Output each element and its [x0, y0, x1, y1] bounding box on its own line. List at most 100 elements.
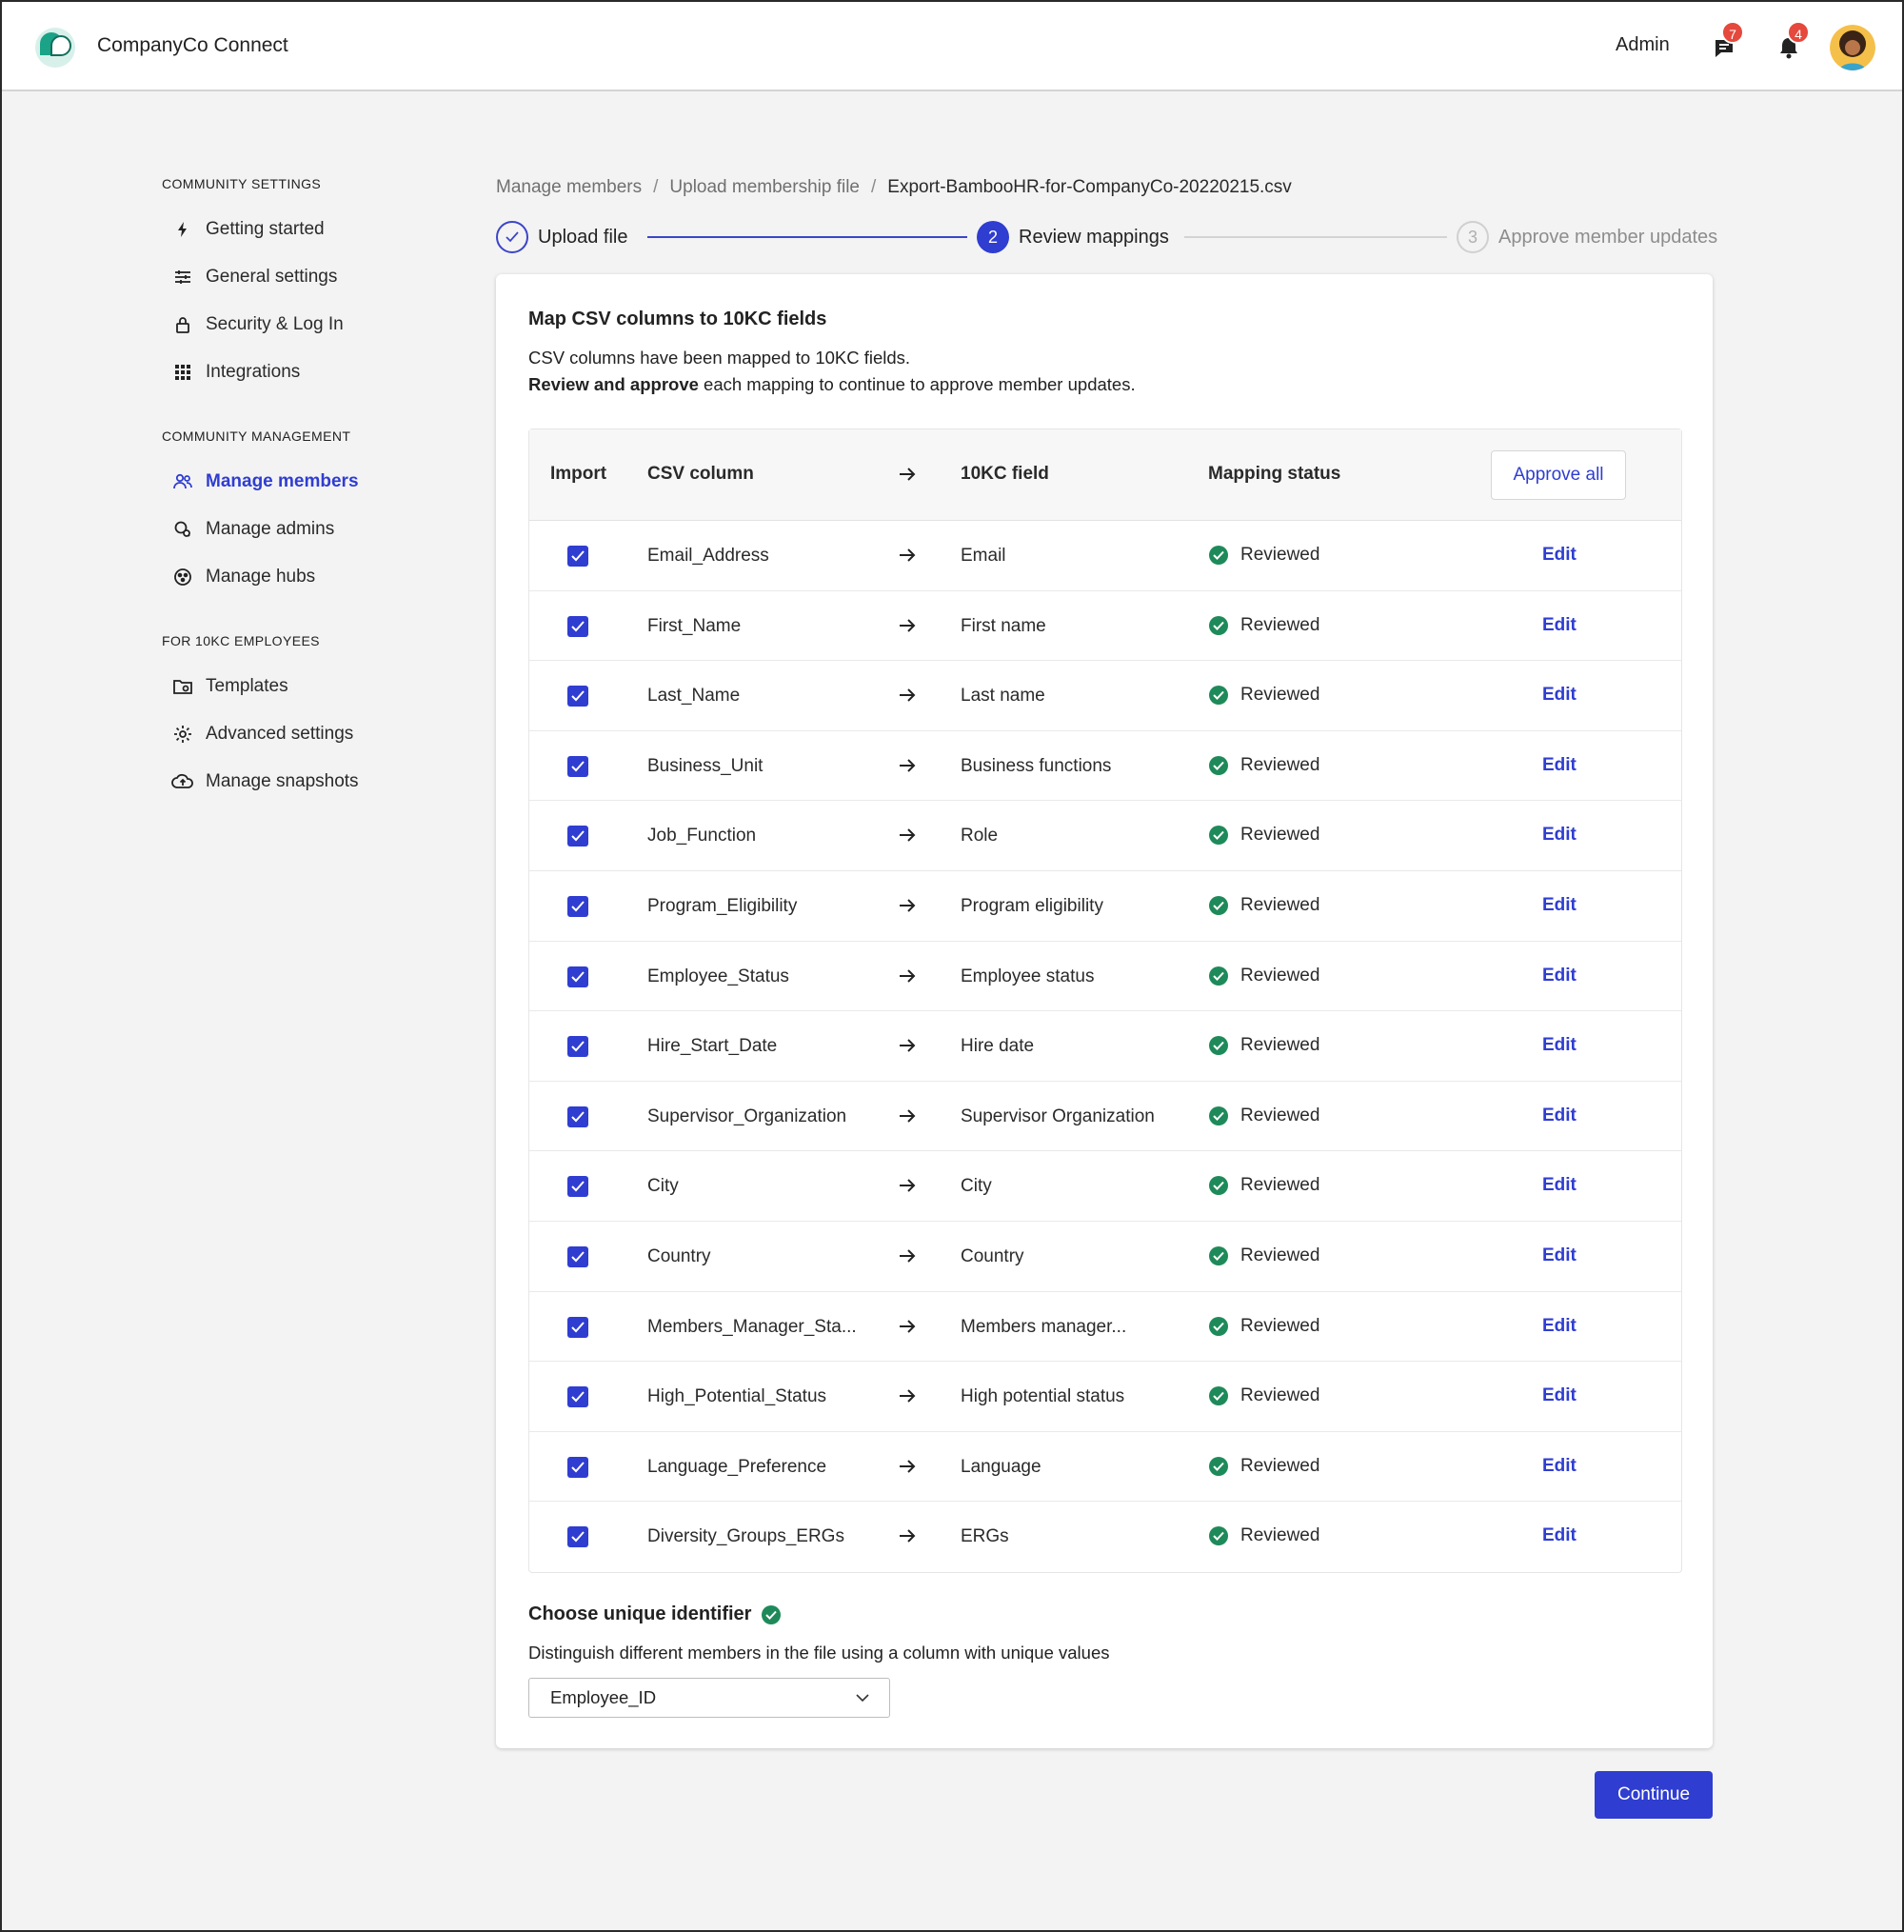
table-row: First_Name First name Reviewed Edit [529, 591, 1681, 662]
import-checkbox[interactable] [567, 1526, 588, 1548]
10kc-field-cell: City [961, 1176, 992, 1197]
card-instructions: Review and approve each mapping to conti… [528, 374, 1136, 395]
import-checkbox[interactable] [567, 1105, 588, 1127]
card-description: CSV columns have been mapped to 10KC fie… [528, 348, 911, 368]
10kc-field-cell: ERGs [961, 1526, 1009, 1547]
table-row: Hire_Start_Date Hire date Reviewed Edit [529, 1011, 1681, 1082]
sidebar-item-manage-members[interactable]: Manage members [171, 466, 359, 498]
status-text: Reviewed [1240, 965, 1320, 986]
gear-icon [171, 723, 194, 746]
table-row: Employee_Status Employee status Reviewed Ed… [529, 942, 1681, 1012]
import-checkbox[interactable] [567, 1456, 588, 1478]
cloud-upload-icon [171, 770, 194, 793]
edit-link[interactable]: Edit [1542, 1105, 1577, 1126]
table-row: Country Country Reviewed Edit [529, 1222, 1681, 1292]
status-text: Reviewed [1240, 1105, 1320, 1125]
check-circle-icon [1209, 686, 1228, 706]
sidebar-item-manage-admins[interactable]: Manage admins [171, 513, 334, 546]
import-checkbox[interactable] [567, 546, 588, 567]
instructions-bold: Review and approve [528, 374, 699, 394]
edit-link[interactable]: Edit [1542, 1175, 1577, 1196]
header-10kc-field: 10KC field [961, 464, 1049, 484]
step-label: Approve member updates [1498, 226, 1718, 248]
app-title: CompanyCo Connect [97, 34, 288, 56]
sidebar-item-manage-hubs[interactable]: Manage hubs [171, 561, 315, 593]
sidebar-item-general-settings[interactable]: General settings [171, 261, 337, 293]
10kc-field-cell: Members manager... [961, 1316, 1127, 1337]
edit-link[interactable]: Edit [1542, 1385, 1577, 1406]
admin-label[interactable]: Admin [1616, 34, 1670, 56]
csv-column-cell: Diversity_Groups_ERGs [647, 1526, 844, 1547]
import-checkbox[interactable] [567, 1036, 588, 1058]
approve-all-button[interactable]: Approve all [1491, 450, 1626, 500]
avatar[interactable] [1830, 25, 1875, 70]
10kc-field-cell: Hire date [961, 1036, 1035, 1057]
import-checkbox[interactable] [567, 1316, 588, 1338]
breadcrumb-item-manage-members[interactable]: Manage members [496, 177, 642, 198]
arrow-right-icon [900, 688, 916, 702]
edit-link[interactable]: Edit [1542, 1316, 1577, 1337]
import-checkbox[interactable] [567, 755, 588, 777]
10kc-field-cell: Program eligibility [961, 895, 1103, 916]
import-checkbox[interactable] [567, 1176, 588, 1198]
admin-shield-icon [171, 518, 194, 541]
import-checkbox[interactable] [567, 1245, 588, 1267]
step-label: Review mappings [1019, 226, 1169, 248]
sidebar-item-templates[interactable]: Templates [171, 670, 288, 703]
status-text: Reviewed [1240, 1315, 1320, 1336]
checkmark-icon [571, 1531, 585, 1543]
import-checkbox[interactable] [567, 966, 588, 987]
edit-link[interactable]: Edit [1542, 895, 1577, 916]
import-checkbox[interactable] [567, 615, 588, 637]
edit-link[interactable]: Edit [1542, 685, 1577, 706]
sidebar-item-advanced-settings[interactable]: Advanced settings [171, 718, 353, 750]
check-circle-icon [1209, 1386, 1228, 1406]
arrow-right-icon [900, 968, 916, 983]
table-row: Language_Preference Language Reviewed Edit [529, 1432, 1681, 1503]
status-text: Reviewed [1240, 754, 1320, 775]
unique-identifier-description: Distinguish different members in the fil… [528, 1643, 1110, 1663]
arrow-right-icon [900, 1179, 916, 1193]
edit-link[interactable]: Edit [1542, 1035, 1577, 1056]
status-text: Reviewed [1240, 825, 1320, 846]
select-value: Employee_ID [550, 1687, 657, 1707]
edit-link[interactable]: Edit [1542, 825, 1577, 846]
unique-identifier-title: Choose unique identifier [528, 1603, 782, 1625]
edit-link[interactable]: Edit [1542, 615, 1577, 636]
sidebar-item-label: Manage members [206, 471, 359, 491]
breadcrumb-item-upload-file[interactable]: Upload membership file [669, 177, 860, 198]
edit-link[interactable]: Edit [1542, 1456, 1577, 1477]
continue-button[interactable]: Continue [1595, 1771, 1713, 1819]
unique-identifier-select[interactable]: Employee_ID [528, 1678, 890, 1718]
edit-link[interactable]: Edit [1542, 966, 1577, 986]
csv-column-cell: Hire_Start_Date [647, 1036, 778, 1057]
import-checkbox[interactable] [567, 1386, 588, 1408]
10kc-field-cell: Email [961, 546, 1006, 566]
check-circle-icon [1209, 1245, 1228, 1265]
csv-column-cell: Language_Preference [647, 1456, 827, 1477]
sidebar-item-getting-started[interactable]: Getting started [171, 213, 325, 246]
step-upload-file[interactable]: Upload file [496, 221, 628, 253]
arrow-right-icon [900, 759, 916, 772]
edit-link[interactable]: Edit [1542, 1245, 1577, 1266]
import-checkbox[interactable] [567, 895, 588, 917]
sidebar-item-integrations[interactable]: Integrations [171, 356, 300, 388]
status-text: Reviewed [1240, 1455, 1320, 1476]
edit-link[interactable]: Edit [1542, 1525, 1577, 1546]
10kc-field-cell: Employee status [961, 966, 1095, 986]
import-checkbox[interactable] [567, 686, 588, 707]
breadcrumb-current: Export-BambooHR-for-CompanyCo-20220215.c… [887, 177, 1292, 197]
csv-column-cell: Country [647, 1245, 711, 1266]
10kc-field-cell: Language [961, 1456, 1041, 1477]
10kc-field-cell: Business functions [961, 755, 1112, 776]
sidebar-item-manage-snapshots[interactable]: Manage snapshots [171, 766, 359, 798]
import-checkbox[interactable] [567, 826, 588, 847]
sidebar-item-security[interactable]: Security & Log In [171, 309, 344, 341]
company-logo[interactable] [34, 27, 76, 69]
edit-link[interactable]: Edit [1542, 545, 1577, 566]
csv-column-cell: Members_Manager_Sta... [647, 1316, 857, 1337]
edit-link[interactable]: Edit [1542, 755, 1577, 776]
check-circle-icon [1209, 1036, 1228, 1056]
check-circle-icon [1209, 546, 1228, 565]
table-header: Import CSV column 10KC field Mapping sta… [529, 429, 1681, 521]
